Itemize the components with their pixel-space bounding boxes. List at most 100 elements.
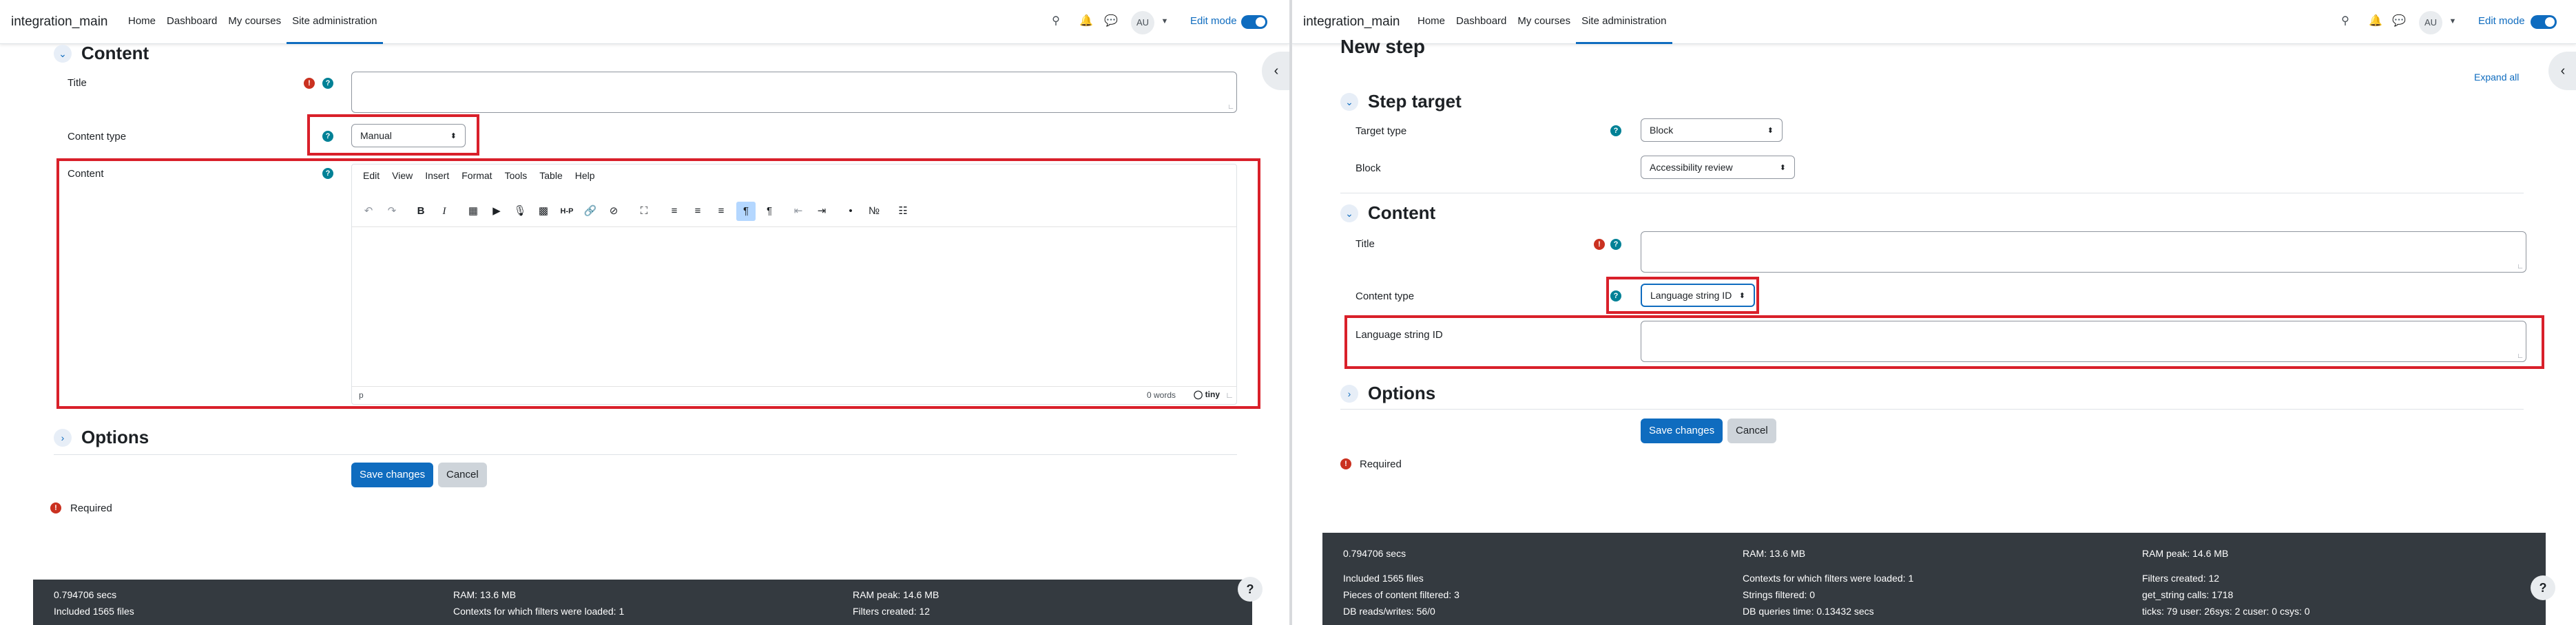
edit-mode-label: Edit mode: [2478, 15, 2525, 27]
cancel-button[interactable]: Cancel: [1727, 419, 1776, 443]
required-icon: !: [1594, 239, 1605, 250]
screenshot-root: integration_main Home Dashboard My cours…: [0, 0, 2576, 625]
edit-mode-toggle[interactable]: [1241, 15, 1267, 29]
select-arrows-icon: ⬍: [1767, 126, 1774, 135]
chat-icon[interactable]: 💬: [1103, 14, 1119, 29]
required-icon: !: [304, 78, 315, 89]
chevron-down-icon[interactable]: ⌄: [1340, 204, 1358, 222]
title-label: Title: [67, 77, 87, 89]
footer-col-1: 0.794706 secs Included 1565 files: [54, 586, 134, 619]
content-type-label: Content type: [67, 131, 127, 142]
highlight-lang-string: [1344, 315, 2544, 369]
required-legend: Required: [1360, 458, 1402, 470]
section-content-header[interactable]: ⌄ Content: [54, 43, 149, 64]
block-select[interactable]: Accessibility review ⬍: [1641, 156, 1795, 179]
resize-handle-icon[interactable]: ∟: [2517, 263, 2524, 271]
nav-my-courses[interactable]: My courses: [222, 0, 287, 44]
footer-stat: RAM peak: 14.6 MB: [853, 589, 939, 600]
site-brand[interactable]: integration_main: [11, 14, 107, 30]
footer: 0.794706 secs Included 1565 files RAM: 1…: [33, 580, 1252, 625]
title-input[interactable]: ∟: [1641, 231, 2526, 273]
nav-my-courses[interactable]: My courses: [1512, 0, 1576, 44]
site-brand[interactable]: integration_main: [1303, 14, 1400, 30]
chevron-down-icon[interactable]: ▼: [2445, 14, 2460, 29]
search-icon[interactable]: ⚲: [2338, 14, 2353, 29]
avatar[interactable]: AU: [1131, 11, 1154, 34]
chevron-down-icon[interactable]: ▼: [1157, 14, 1172, 29]
drawer-toggle-button[interactable]: ‹: [1262, 52, 1289, 90]
help-question-button[interactable]: ?: [2531, 575, 2555, 600]
footer-col-1: 0.794706 secs Included 1565 files Pieces…: [1343, 545, 1460, 619]
help-icon[interactable]: ?: [322, 78, 333, 89]
title-label: Title: [1355, 238, 1375, 250]
cancel-button[interactable]: Cancel: [438, 463, 487, 487]
nav-dashboard[interactable]: Dashboard: [161, 0, 222, 44]
help-question-button[interactable]: ?: [1238, 577, 1263, 602]
footer: 0.794706 secs Included 1565 files Pieces…: [1322, 533, 2546, 625]
page-heading: New step: [1340, 36, 1425, 57]
section-options-header[interactable]: › Options: [54, 427, 149, 448]
footer-stat: Contexts for which filters were loaded: …: [1743, 573, 1914, 584]
chevron-down-icon[interactable]: ⌄: [1340, 92, 1358, 111]
footer-stat: get_string calls: 1718: [2142, 589, 2234, 600]
footer-col-2: RAM: 13.6 MB Contexts for which filters …: [453, 586, 624, 619]
bell-icon[interactable]: 🔔: [2368, 14, 2383, 29]
section-content-header[interactable]: ⌄ Content: [1340, 202, 1435, 224]
edit-mode-toggle[interactable]: [2531, 15, 2557, 29]
target-type-value: Block: [1650, 125, 1674, 136]
help-icon[interactable]: ?: [1610, 239, 1621, 250]
chevron-down-icon[interactable]: ⌄: [54, 44, 72, 63]
footer-stat: RAM: 13.6 MB: [453, 589, 517, 600]
expand-all-link[interactable]: Expand all: [2474, 72, 2519, 83]
navbar: integration_main Home Dashboard My cours…: [0, 0, 1289, 44]
nav-dashboard[interactable]: Dashboard: [1451, 0, 1512, 44]
footer-stat: 0.794706 secs: [54, 589, 117, 600]
block-value: Accessibility review: [1650, 162, 1733, 173]
highlight-content-type: [307, 114, 479, 156]
resize-handle-icon[interactable]: ∟: [1227, 103, 1234, 111]
navbar: integration_main Home Dashboard My cours…: [1292, 0, 2576, 44]
avatar[interactable]: AU: [2419, 11, 2442, 34]
required-icon: !: [1340, 458, 1351, 469]
footer-stat: RAM: 13.6 MB: [1743, 548, 1806, 559]
chevron-right-icon[interactable]: ›: [54, 428, 72, 447]
save-changes-button[interactable]: Save changes: [351, 463, 434, 487]
required-icon: !: [50, 502, 61, 513]
footer-stat: 0.794706 secs: [1343, 548, 1406, 559]
footer-col-3: RAM peak: 14.6 MB Filters created: 12: [853, 586, 939, 619]
title-input[interactable]: ∟: [351, 72, 1237, 113]
search-icon[interactable]: ⚲: [1048, 14, 1063, 29]
section-options-header[interactable]: › Options: [1340, 383, 1435, 404]
target-type-select[interactable]: Block ⬍: [1641, 118, 1783, 142]
select-arrows-icon: ⬍: [1779, 163, 1786, 172]
footer-col-2: RAM: 13.6 MB Contexts for which filters …: [1743, 545, 1913, 619]
section-step-target-title: Step target: [1368, 91, 1462, 112]
nav-site-administration[interactable]: Site administration: [1576, 0, 1672, 44]
footer-stat: Included 1565 files: [1343, 573, 1424, 584]
chat-icon[interactable]: 💬: [2391, 14, 2407, 29]
bell-icon[interactable]: 🔔: [1079, 14, 1094, 29]
section-content-title: Content: [81, 43, 149, 63]
section-options-title: Options: [81, 427, 149, 447]
nav-home[interactable]: Home: [123, 0, 161, 44]
primary-nav: Home Dashboard My courses Site administr…: [123, 0, 383, 44]
footer-stat: DB reads/writes: 56/0: [1343, 606, 1435, 617]
footer-stat: Included 1565 files: [54, 606, 134, 617]
left-window: integration_main Home Dashboard My cours…: [0, 0, 1289, 625]
section-content-title: Content: [1368, 202, 1436, 223]
right-window: integration_main Home Dashboard My cours…: [1292, 0, 2576, 625]
divider: [1340, 409, 2524, 410]
nav-site-administration[interactable]: Site administration: [287, 0, 383, 44]
footer-stat: Strings filtered: 0: [1743, 589, 1816, 600]
footer-stat: ticks: 79 user: 26sys: 2 cuser: 0 csys: …: [2142, 606, 2310, 617]
chevron-right-icon[interactable]: ›: [1340, 384, 1358, 403]
primary-nav: Home Dashboard My courses Site administr…: [1412, 0, 1672, 44]
footer-stat: DB queries time: 0.13432 secs: [1743, 606, 1874, 617]
footer-stat: Pieces of content filtered: 3: [1343, 589, 1460, 600]
drawer-toggle-button[interactable]: ‹: [2548, 52, 2576, 90]
section-step-target-header[interactable]: ⌄ Step target: [1340, 91, 1462, 112]
save-changes-button[interactable]: Save changes: [1641, 419, 1723, 443]
help-icon[interactable]: ?: [1610, 125, 1621, 136]
footer-stat: RAM peak: 14.6 MB: [2142, 548, 2229, 559]
footer-col-3: RAM peak: 14.6 MB Filters created: 12 ge…: [2142, 545, 2310, 619]
